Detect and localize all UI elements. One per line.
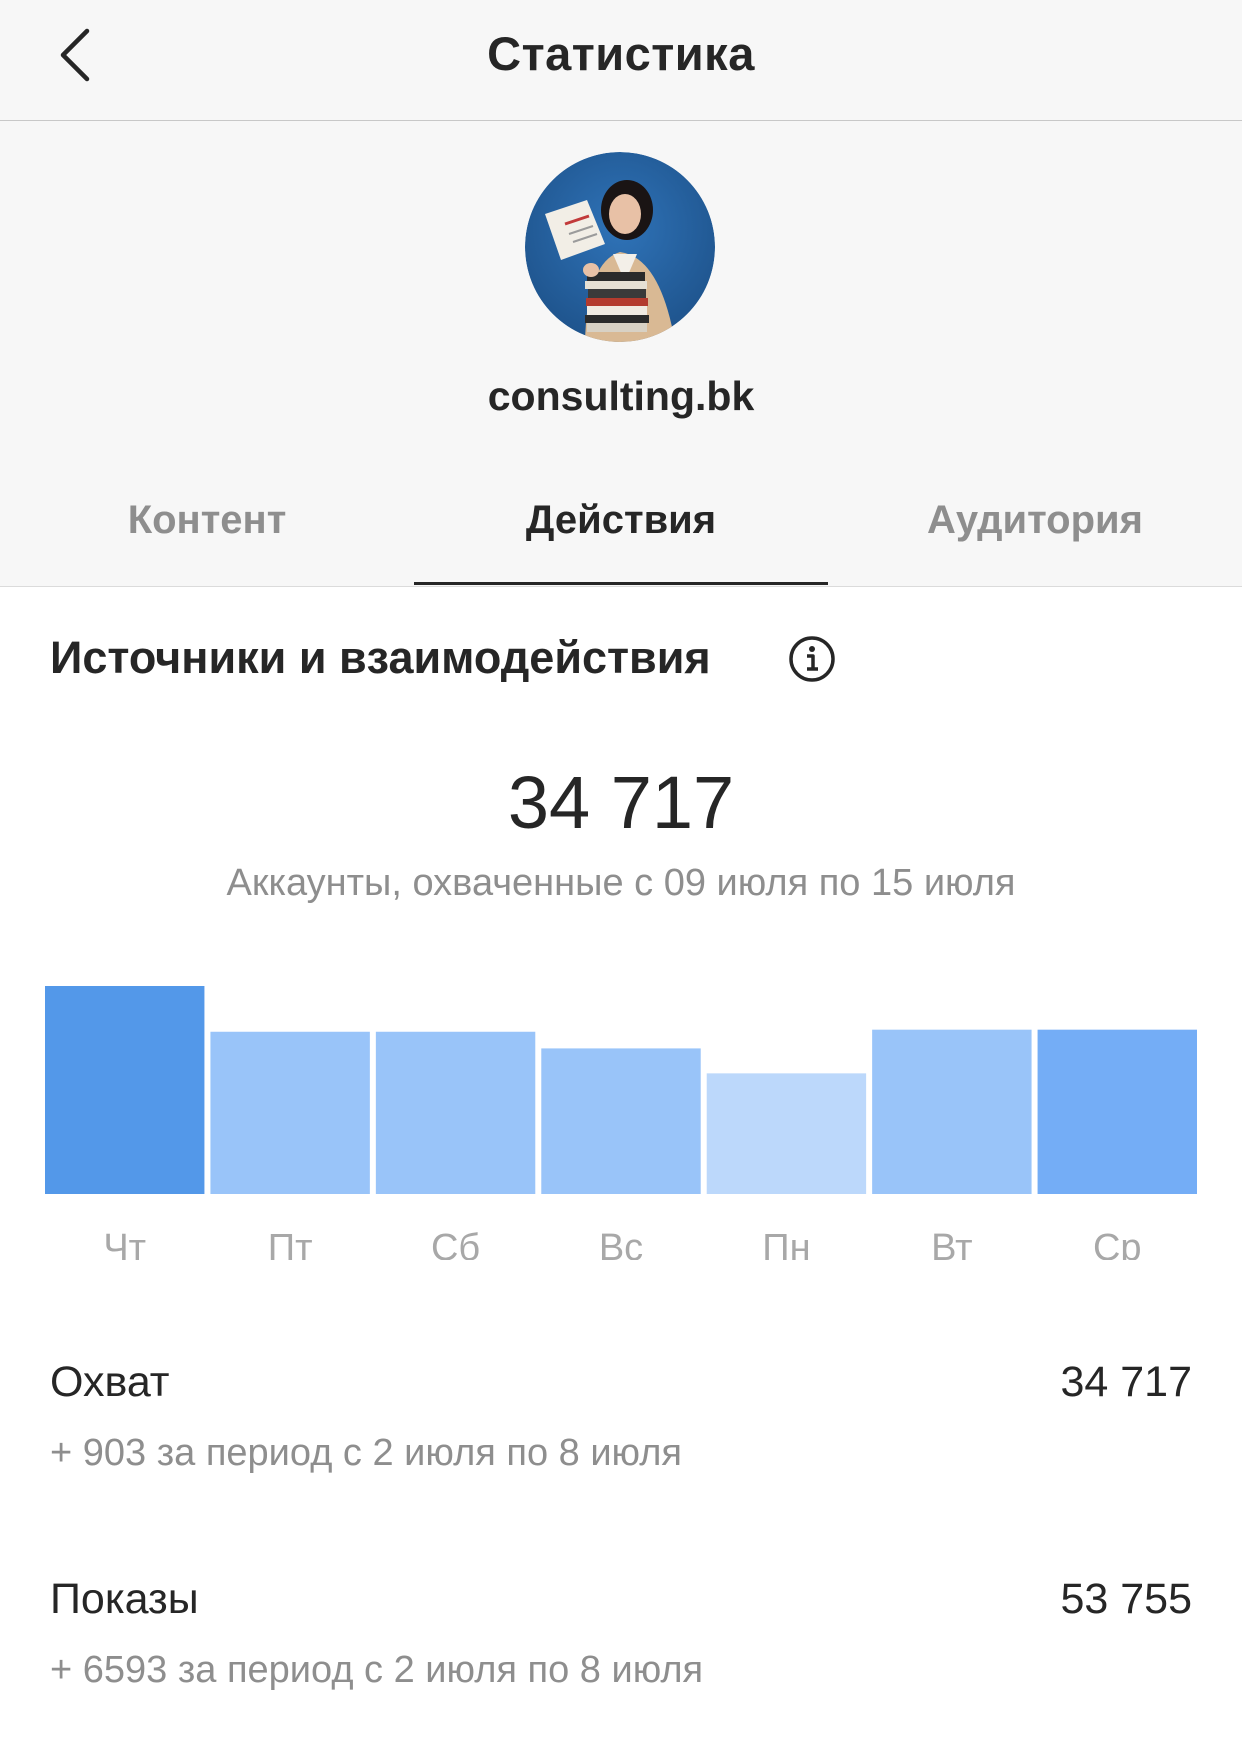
bar-2[interactable] — [375, 1031, 536, 1194]
bar-4[interactable] — [706, 1073, 867, 1194]
metric-impressions-change: + 6593 за период с 2 июля по 8 июля — [50, 1649, 704, 1691]
bar-label-1: Пт — [268, 1227, 313, 1260]
bar-5[interactable] — [872, 1029, 1032, 1194]
reach-total: 34 717 — [507, 761, 735, 844]
bar-label-0: Чт — [103, 1227, 146, 1260]
tab-audience[interactable]: Аудитория — [828, 484, 1242, 586]
bar-label-6: Ср — [1093, 1227, 1142, 1260]
bar-6[interactable] — [1037, 1029, 1197, 1194]
metric-impressions-label: Показы — [50, 1575, 199, 1623]
bar-3[interactable] — [541, 1048, 701, 1194]
bar-1[interactable] — [210, 1031, 370, 1194]
tab-activity[interactable]: Действия — [414, 484, 828, 586]
metric-reach-value: 34 717 — [1060, 1358, 1192, 1406]
metric-reach-label: Охват — [50, 1358, 170, 1406]
section-title: Источники и взаимодействия — [50, 632, 711, 683]
tab-content[interactable]: Контент — [0, 484, 414, 586]
metric-impressions-value: 53 755 — [1060, 1575, 1192, 1623]
active-tab-indicator — [414, 582, 828, 585]
bar-label-3: Вс — [599, 1227, 643, 1260]
stats-tabs: Контент Действия Аудитория — [0, 484, 1242, 587]
navigation-bar: Статистика — [0, 0, 1242, 121]
info-button[interactable] — [788, 635, 836, 683]
metric-reach-change: + 903 за период с 2 июля по 8 июля — [50, 1432, 682, 1474]
bar-label-5: Вт — [931, 1227, 973, 1260]
page-title: Статистика — [487, 27, 755, 80]
reach-bar-chart: Чт Пт Сб Вс Пн Вт Ср — [45, 986, 1197, 1260]
bar-label-4: Пн — [762, 1227, 810, 1260]
profile-photo — [525, 152, 715, 342]
bar-label-2: Сб — [431, 1227, 480, 1260]
avatar[interactable] — [525, 152, 715, 342]
info-icon — [789, 636, 835, 682]
reach-caption: Аккаунты, охваченные с 09 июля по 15 июл… — [226, 862, 1016, 904]
profile-username: consulting.bk — [487, 373, 755, 419]
bar-0[interactable] — [45, 986, 205, 1194]
